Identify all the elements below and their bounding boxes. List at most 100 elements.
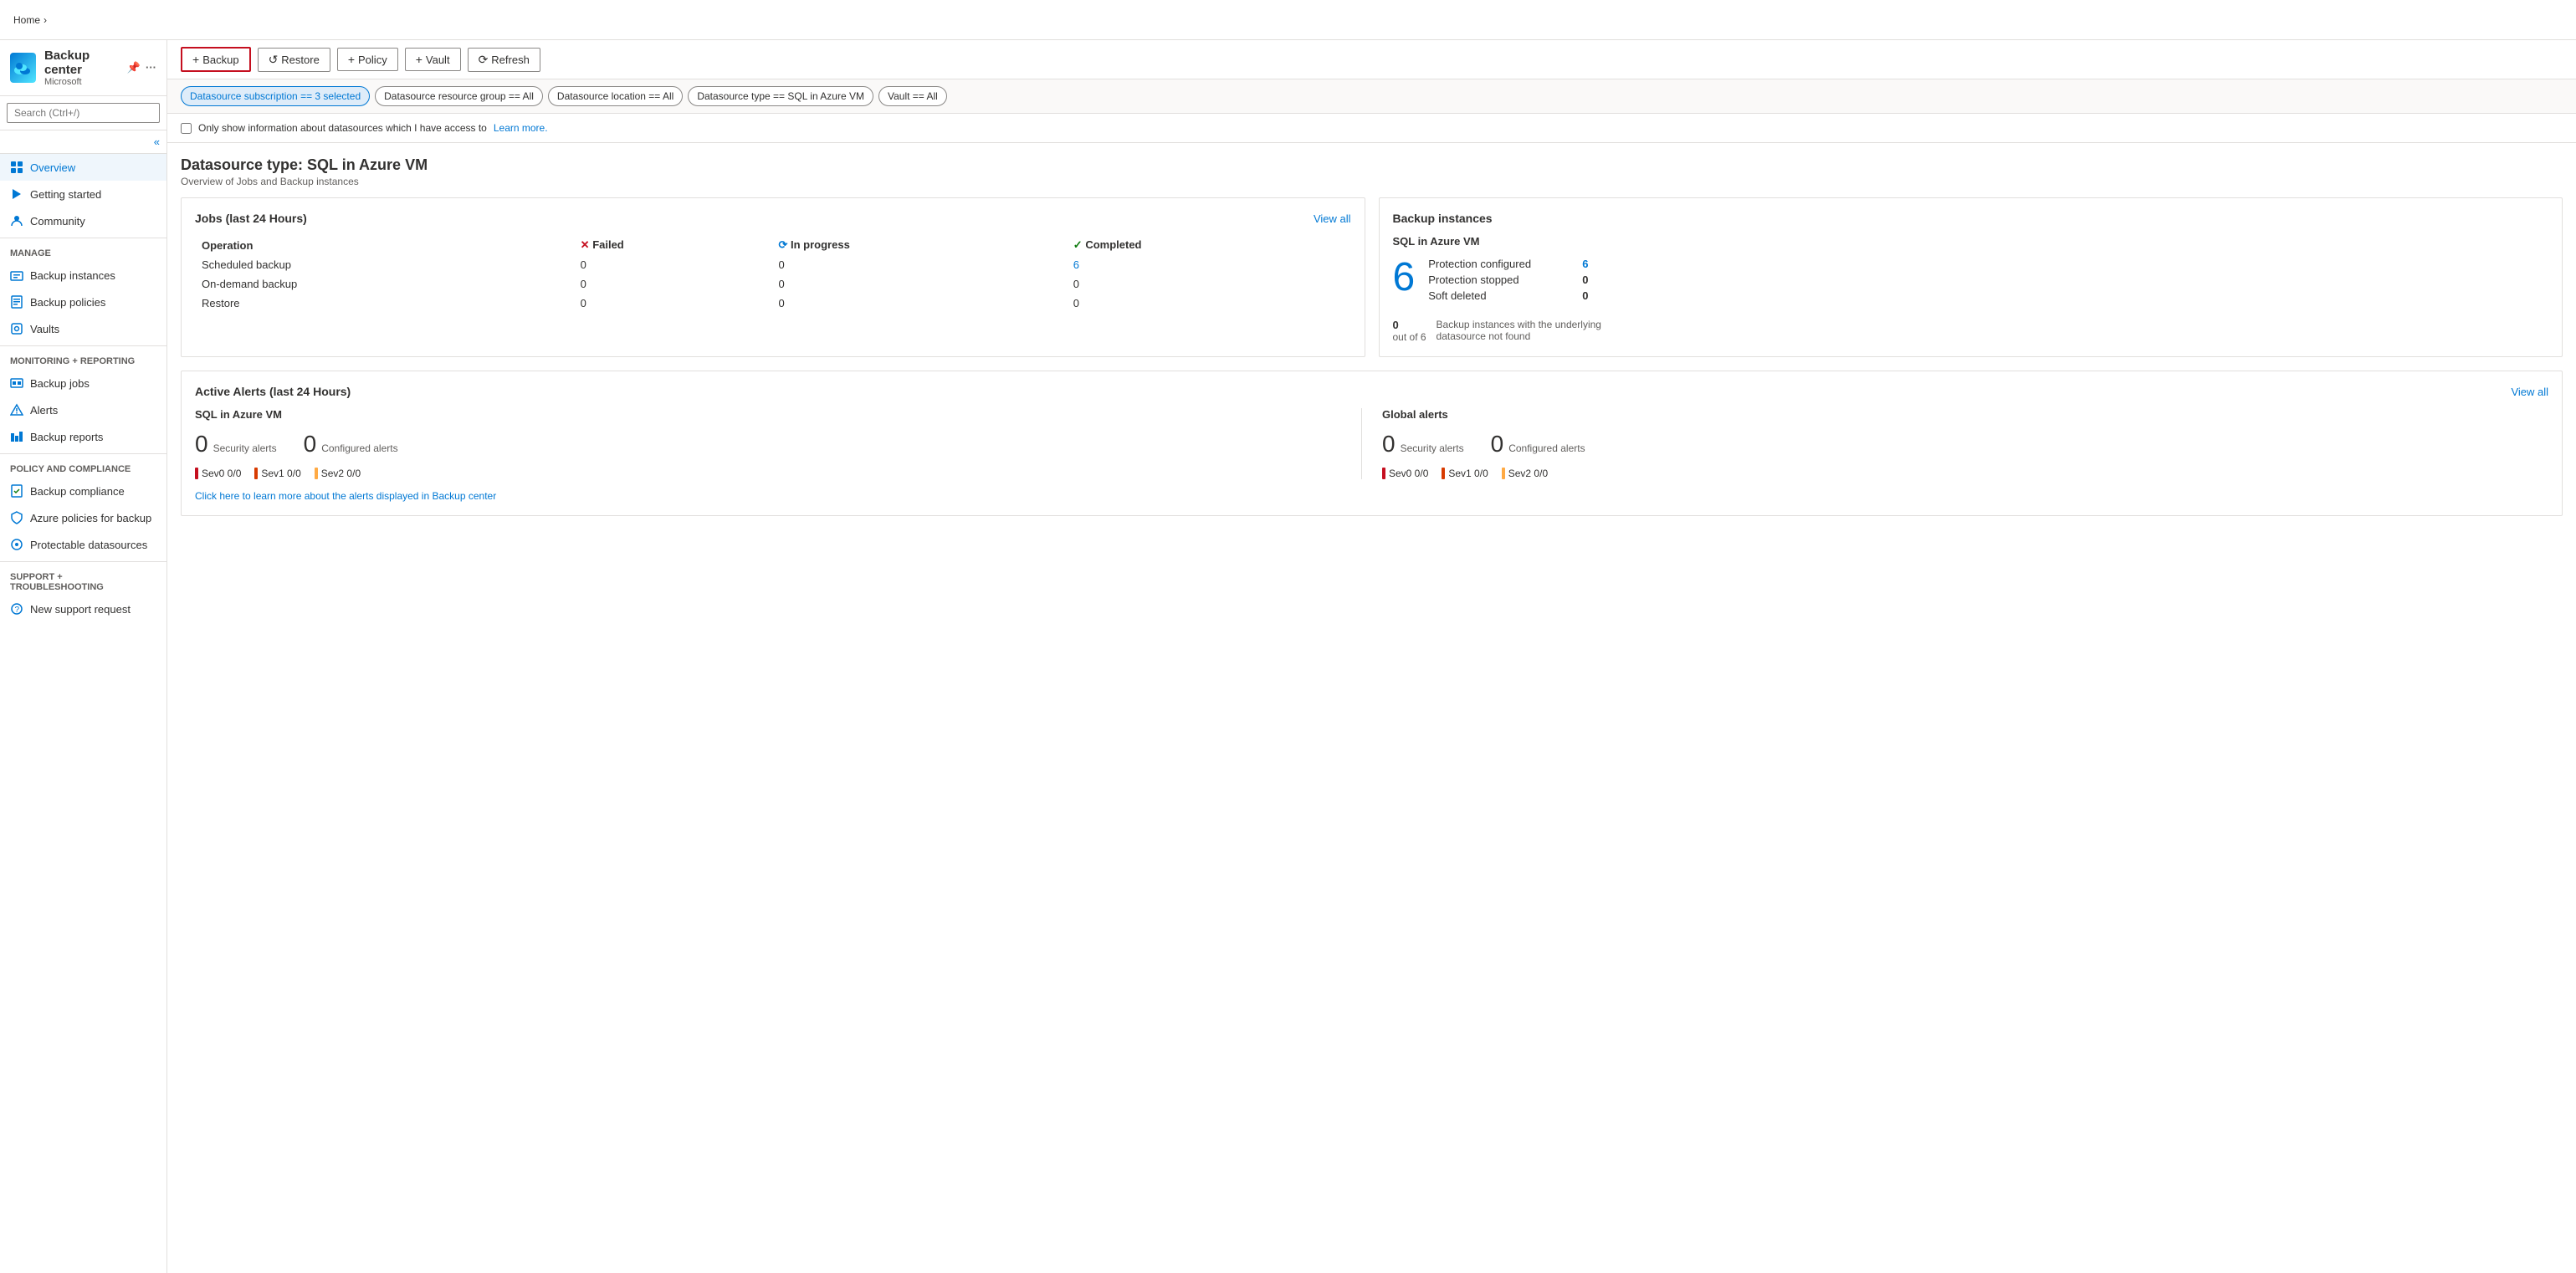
backup-button[interactable]: + Backup [181,47,251,72]
sidebar-item-azure-policies[interactable]: Azure policies for backup [0,504,166,531]
search-input[interactable] [7,103,160,123]
top-cards-row: Jobs (last 24 Hours) View all Operation … [181,197,2563,357]
bi-row-protection-stopped: Protection stopped 0 [1428,274,1588,286]
sev2-bar [315,468,318,479]
vault-button[interactable]: + Vault [405,48,461,71]
sidebar-item-protectable-datasources[interactable]: Protectable datasources [0,531,166,558]
home-link[interactable]: Home [13,14,40,26]
sidebar-item-community[interactable]: Community [0,207,166,234]
alerts-icon [10,403,23,417]
page-body: Datasource type: SQL in Azure VM Overvie… [167,143,2576,543]
job-failed-1: 0 [574,274,772,294]
alerts-global-col: Global alerts 0 Security alerts 0 Config… [1361,408,2548,479]
filter-subscription[interactable]: Datasource subscription == 3 selected [181,86,370,106]
sidebar-item-backup-reports-label: Backup reports [30,431,103,443]
bi-footer-number: 0 [1393,319,1426,331]
sidebar-item-getting-started[interactable]: Getting started [0,181,166,207]
learn-more-link[interactable]: Learn more. [494,122,548,134]
breadcrumb[interactable]: Home › [13,14,47,26]
divider-policy [0,453,166,454]
sidebar-collapse-btn[interactable]: « [0,130,166,154]
main-content: + Backup ↺ Restore + Policy + Vault ⟳ Re… [167,40,2576,1273]
backup-policies-icon [10,295,23,309]
vault-plus-icon: + [416,53,423,66]
breadcrumb-chevron: › [44,14,47,26]
sidebar-item-overview-label: Overview [30,161,75,174]
sidebar-item-vaults[interactable]: Vaults [0,315,166,342]
filter-datasource-type[interactable]: Datasource type == SQL in Azure VM [688,86,873,106]
app-title-block: Backup center Microsoft [44,49,119,87]
alerts-sql-sev0: Sev0 0/0 [195,468,241,479]
restore-button[interactable]: ↺ Restore [258,48,330,72]
policy-button[interactable]: + Policy [337,48,398,71]
job-operation-0: Scheduled backup [195,255,574,274]
alerts-card: Active Alerts (last 24 Hours) View all S… [181,371,2563,516]
col-failed: ✕ Failed [574,235,772,255]
pin-icon[interactable]: 📌 [127,61,141,74]
col-completed-label: Completed [1085,238,1141,251]
jobs-card: Jobs (last 24 Hours) View all Operation … [181,197,1365,357]
col-operation: Operation [195,235,574,255]
filter-location[interactable]: Datasource location == All [548,86,683,106]
job-operation-2: Restore [195,294,574,313]
restore-button-label: Restore [281,54,320,66]
sidebar-item-backup-compliance[interactable]: Backup compliance [0,478,166,504]
manage-section-label: Manage [0,242,166,262]
table-row: On-demand backup 0 0 0 [195,274,1351,294]
table-row: Scheduled backup 0 0 6 [195,255,1351,274]
alerts-sql-configured-label: Configured alerts [321,442,397,454]
alerts-sql-counts: 0 Security alerts 0 Configured alerts [195,431,1361,458]
refresh-button[interactable]: ⟳ Refresh [468,48,540,72]
sidebar-item-new-support-request[interactable]: ? New support request [0,596,166,622]
jobs-card-title: Jobs (last 24 Hours) View all [195,212,1351,225]
bi-protection-configured-label: Protection configured [1428,258,1562,270]
more-icon[interactable]: ··· [146,61,156,74]
bi-card-title-text: Backup instances [1393,212,1493,225]
bi-card-title: Backup instances [1393,212,2549,225]
sidebar-item-backup-reports[interactable]: Backup reports [0,423,166,450]
filter-vault[interactable]: Vault == All [878,86,947,106]
checkbox-row: Only show information about datasources … [167,114,2576,143]
access-label: Only show information about datasources … [198,122,487,134]
alerts-global-configured: 0 Configured alerts [1491,431,1585,458]
alerts-sql-security: 0 Security alerts [195,431,277,458]
alerts-sql-sev2: Sev2 0/0 [315,468,361,479]
alerts-global-sev1: Sev1 0/0 [1442,468,1488,479]
failed-icon: ✕ [581,238,590,252]
policy-plus-icon: + [348,53,355,66]
alerts-sql-title: SQL in Azure VM [195,408,1361,421]
alerts-sql-configured: 0 Configured alerts [304,431,398,458]
sev1-bar [254,468,258,479]
alerts-learn-more-link[interactable]: Click here to learn more about the alert… [195,490,496,502]
cloud-icon [13,59,33,76]
global-sev2-label: Sev2 0/0 [1508,468,1548,479]
job-inprogress-0: 0 [771,255,1066,274]
sidebar-item-backup-jobs[interactable]: Backup jobs [0,370,166,396]
job-completed-0-link[interactable]: 6 [1073,258,1079,271]
alerts-global-security-label: Security alerts [1401,442,1464,454]
filter-resource-group[interactable]: Datasource resource group == All [375,86,543,106]
completed-icon: ✓ [1073,238,1083,252]
top-header: Home › [0,0,2576,40]
sidebar-item-new-support-request-label: New support request [30,603,131,616]
job-operation-1: On-demand backup [195,274,574,294]
backup-instances-card: Backup instances SQL in Azure VM 6 Prote… [1379,197,2563,357]
sidebar-item-backup-instances[interactable]: Backup instances [0,262,166,289]
alerts-sql-col: SQL in Azure VM 0 Security alerts 0 Conf… [195,408,1361,479]
bi-protection-stopped-value: 0 [1582,274,1588,286]
alerts-view-all-link[interactable]: View all [2511,386,2548,398]
toolbar: + Backup ↺ Restore + Policy + Vault ⟳ Re… [167,40,2576,79]
alerts-global-sev2: Sev2 0/0 [1502,468,1548,479]
alerts-card-title: Active Alerts (last 24 Hours) View all [195,385,2548,398]
support-icon: ? [10,602,23,616]
col-inprogress: ⟳ In progress [771,235,1066,255]
sidebar-item-alerts[interactable]: Alerts [0,396,166,423]
jobs-table: Operation ✕ Failed ⟳ In progress [195,235,1351,313]
bi-row-protection-configured: Protection configured 6 [1428,258,1588,270]
jobs-view-all-link[interactable]: View all [1314,212,1351,225]
alerts-global-sev0: Sev0 0/0 [1382,468,1428,479]
sidebar-item-overview[interactable]: Overview [0,154,166,181]
access-checkbox[interactable] [181,123,192,134]
sidebar-item-backup-policies[interactable]: Backup policies [0,289,166,315]
bi-footer-sub: out of 6 [1393,331,1426,343]
